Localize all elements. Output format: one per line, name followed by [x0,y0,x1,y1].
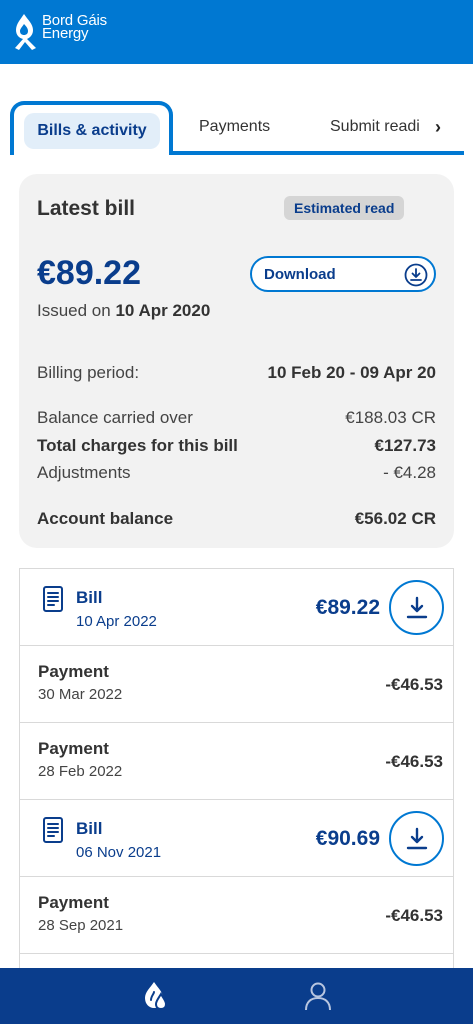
download-bill-button[interactable] [389,580,444,635]
latest-bill-title: Latest bill [37,197,136,220]
download-button-label: Download [264,266,336,283]
tab-bar: Bills & activity Payments Submit readi › [10,101,464,156]
list-item[interactable]: Bill 06 Nov 2021 €90.69 [20,800,453,877]
logo-text: Bord Gáis Energy [42,12,107,42]
download-button[interactable]: Download [250,256,436,292]
tab-bills-activity[interactable]: Bills & activity [10,101,173,155]
user-icon[interactable] [303,980,333,1017]
download-icon [404,263,428,292]
list-item[interactable]: Bill 10 Apr 2022 €89.22 [20,569,453,646]
list-item[interactable]: Payment 28 Sep 2021 -€46.53 [20,877,453,954]
document-icon [42,585,64,618]
tab-bills-activity-label: Bills & activity [24,113,160,149]
download-bill-button[interactable] [389,811,444,866]
chevron-right-icon[interactable]: › [435,117,441,138]
flame-logo-icon [15,14,36,50]
list-item[interactable]: Payment 30 Mar 2022 -€46.53 [20,646,453,723]
issued-date: Issued on 10 Apr 2020 [37,301,211,320]
estimated-read-badge: Estimated read [284,196,405,220]
total-charges-row: Total charges for this bill €127.73 [37,436,436,455]
balance-carried-row: Balance carried over €188.03 CR [37,408,436,427]
latest-bill-card: Latest bill Estimated read €89.22 Issued… [19,174,454,548]
activity-list: Bill 10 Apr 2022 €89.22 Payment 30 Mar 2… [19,568,454,968]
account-balance-row: Account balance €56.02 CR [37,509,436,528]
download-icon [406,596,427,618]
billing-period-row: Billing period: 10 Feb 20 - 09 Apr 20 [37,363,436,382]
document-icon [42,816,64,849]
brand-logo: Bord Gáis Energy [10,12,107,52]
latest-bill-amount: €89.22 [37,254,141,292]
download-icon [406,827,427,849]
tab-submit-reading[interactable]: Submit readi [330,118,438,136]
bottom-navigation [0,968,473,1024]
app-header: Bord Gáis Energy [0,0,473,64]
tab-payments[interactable]: Payments [199,118,270,136]
adjustments-row: Adjustments - €4.28 [37,463,436,482]
list-item[interactable]: Payment 28 Feb 2022 -€46.53 [20,723,453,800]
flame-drop-icon[interactable] [141,980,171,1017]
